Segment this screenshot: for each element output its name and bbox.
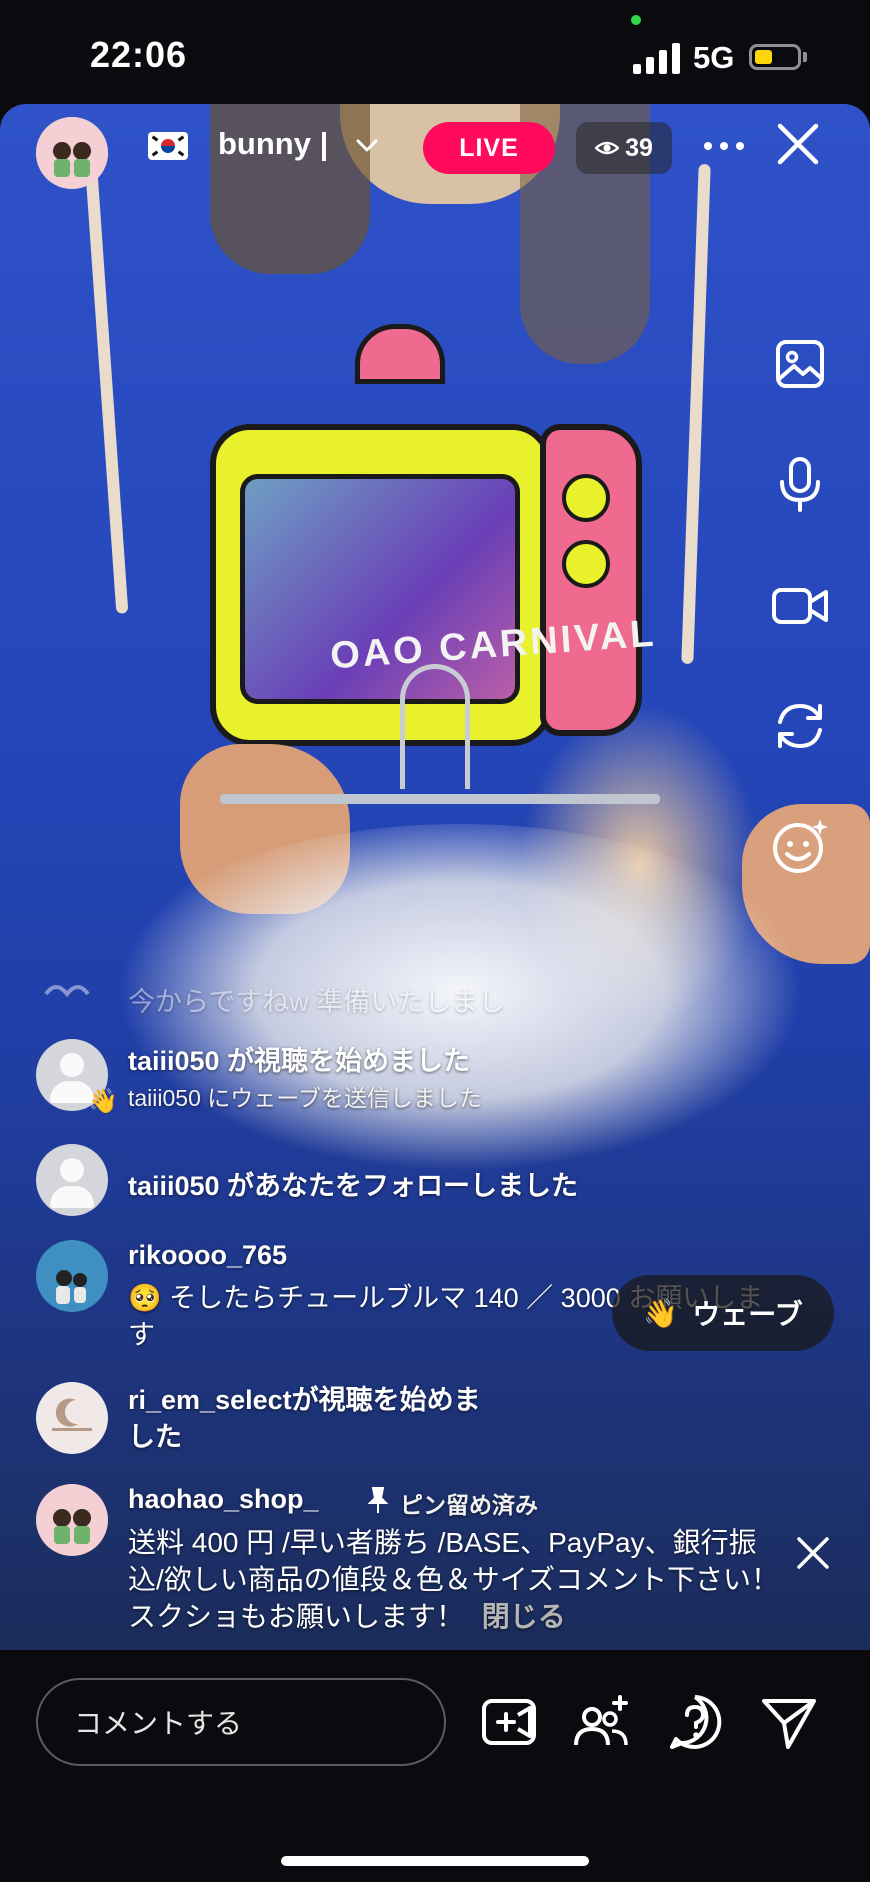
video-camera-icon[interactable]	[770, 576, 830, 636]
add-guest-icon[interactable]	[572, 1693, 630, 1751]
waving-hand-icon: 👋	[88, 1088, 118, 1115]
waving-hand-icon: 👋	[643, 1297, 679, 1329]
wave-button-label: ウェーブ	[692, 1299, 803, 1330]
battery-icon	[749, 44, 801, 70]
pinned-comment-text: 送料 400 円 /早い者勝ち /BASE、PayPay、銀行振込/欲しい商品の…	[128, 1527, 779, 1632]
avatar[interactable]	[36, 1382, 108, 1454]
comment-input[interactable]: コメントする	[36, 1678, 446, 1766]
chevron-down-icon[interactable]	[356, 134, 378, 156]
viewer-count-badge[interactable]: 39	[576, 122, 672, 174]
avatar[interactable]	[36, 1240, 108, 1312]
live-video[interactable]: OAO CARNIVAL bunny | LIVE 39 今からですねw 準備い…	[0, 104, 870, 1650]
south-korea-flag-icon	[148, 132, 188, 160]
close-icon[interactable]	[796, 1536, 830, 1570]
pin-icon	[367, 1487, 389, 1513]
avatar[interactable]	[36, 1484, 108, 1556]
host-name[interactable]: bunny |	[218, 126, 328, 162]
status-bar: 22:06 5G	[0, 0, 870, 100]
question-icon[interactable]	[666, 1693, 724, 1751]
status-time: 22:06	[90, 34, 188, 75]
network-type: 5G	[693, 40, 735, 75]
live-badge[interactable]: LIVE	[423, 122, 555, 174]
more-options-icon[interactable]	[704, 138, 744, 154]
add-video-icon[interactable]	[480, 1693, 538, 1751]
switch-camera-icon[interactable]	[770, 696, 830, 756]
eye-icon	[595, 141, 620, 155]
effects-icon[interactable]	[770, 816, 830, 876]
home-indicator[interactable]	[281, 1856, 589, 1866]
wave-button[interactable]: 👋 ウェーブ	[612, 1275, 834, 1351]
photo-icon[interactable]	[770, 334, 830, 394]
cellular-signal-icon	[633, 42, 681, 74]
close-icon[interactable]	[776, 122, 820, 166]
close-pinned-link[interactable]: 閉じる	[482, 1601, 566, 1632]
host-avatar[interactable]	[36, 117, 108, 189]
avatar[interactable]	[36, 1144, 108, 1216]
camera-in-use-indicator	[631, 15, 641, 25]
viewer-count: 39	[625, 133, 653, 162]
emoji-icon	[44, 985, 90, 998]
battery-tip	[803, 52, 807, 62]
microphone-icon[interactable]	[770, 454, 830, 514]
share-icon[interactable]	[760, 1693, 818, 1751]
